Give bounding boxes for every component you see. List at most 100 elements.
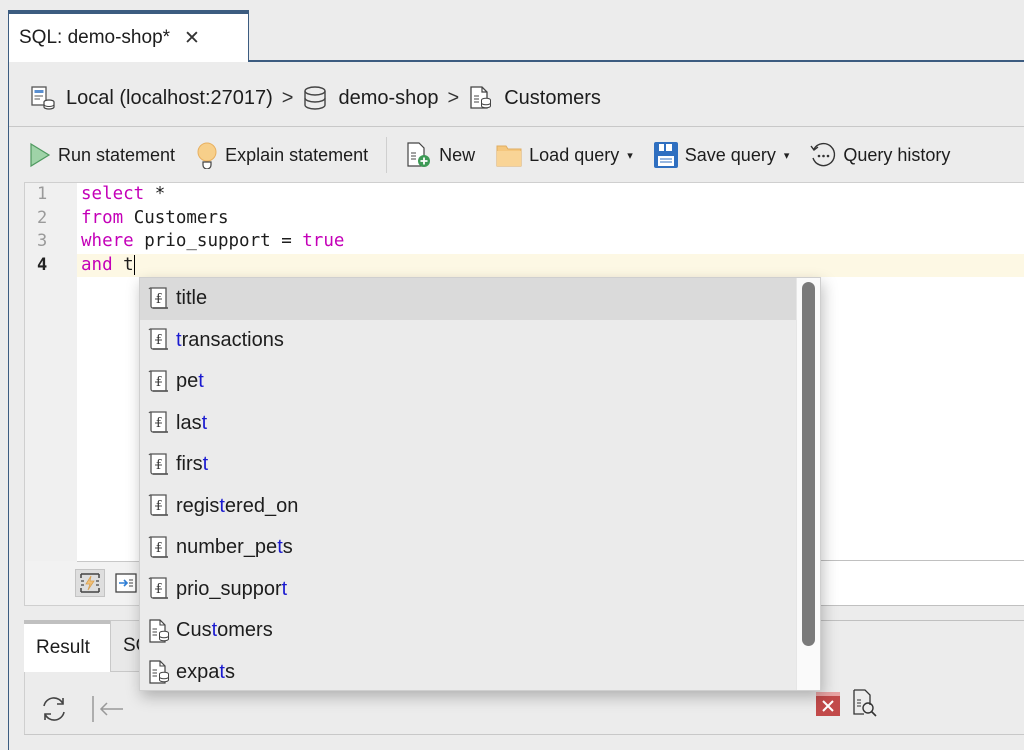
breadcrumb-separator: > <box>281 86 294 109</box>
field-icon: f <box>146 452 172 478</box>
autocomplete-item-label: transactions <box>176 329 284 352</box>
autocomplete-item-label: Customers <box>176 619 273 642</box>
autocomplete-item[interactable]: Customers <box>140 610 798 652</box>
first-page-icon[interactable] <box>91 694 125 724</box>
label-part: ered_on <box>224 494 299 517</box>
run-statement-button[interactable]: Run statement <box>28 142 175 168</box>
label-part: pe <box>176 370 199 393</box>
breadcrumb-separator: > <box>447 86 460 109</box>
autocomplete-item[interactable]: f last <box>140 403 798 445</box>
tab-result[interactable]: Result <box>24 620 110 672</box>
toolbar-separator <box>386 137 388 173</box>
delete-document-icon[interactable] <box>815 690 841 718</box>
history-icon <box>810 142 836 167</box>
line-number: 3 <box>37 231 48 251</box>
line-number-current: 4 <box>37 254 48 275</box>
code-text: Customers <box>123 207 229 228</box>
collection-icon <box>468 85 494 111</box>
new-query-button[interactable]: New <box>405 141 475 169</box>
query-history-button[interactable]: Query history <box>809 141 950 169</box>
label-part: ransactions <box>181 328 284 351</box>
scrollbar-thumb[interactable] <box>802 282 815 646</box>
chevron-down-icon[interactable]: ▾ <box>784 149 790 162</box>
divider <box>9 126 1024 127</box>
close-icon[interactable]: ✕ <box>184 27 200 50</box>
auto-execute-toggle[interactable] <box>75 569 105 597</box>
label-part: prio_suppor <box>176 577 282 600</box>
code-text: t <box>112 254 134 275</box>
autocomplete-item-label: last <box>176 412 207 435</box>
breadcrumb-item-database[interactable]: demo-shop <box>338 87 438 110</box>
save-disk-icon <box>653 142 678 168</box>
match-highlight: t <box>201 411 208 434</box>
autocomplete-item[interactable]: f prio_support <box>140 569 798 611</box>
divider <box>820 560 1024 561</box>
lightning-icon <box>80 573 100 593</box>
server-icon <box>30 85 56 111</box>
tab-sql-demo-shop[interactable]: SQL: demo-shop* ✕ <box>8 10 249 62</box>
label-part: s <box>282 536 293 559</box>
autocomplete-item[interactable]: f transactions <box>140 320 798 362</box>
label-part: regis <box>176 494 220 517</box>
line-number: 1 <box>37 184 48 204</box>
autocomplete-item-label: expats <box>176 661 235 684</box>
autocomplete-list: f title f transactions f pet f last f first f regis… <box>140 278 798 691</box>
label-part: las <box>176 411 202 434</box>
autocomplete-item-label: title <box>176 287 207 310</box>
autocomplete-item-label: pet <box>176 370 204 393</box>
code-line[interactable]: from Customers <box>77 207 1024 231</box>
divider <box>820 620 1024 621</box>
match-highlight: t <box>281 577 288 600</box>
text-caret <box>133 254 136 275</box>
breadcrumb-item-collection[interactable]: Customers <box>504 87 601 110</box>
collection-icon <box>146 659 172 685</box>
load-query-button[interactable]: Load query ▾ <box>495 142 633 168</box>
keyword: from <box>81 207 124 228</box>
refresh-icon[interactable] <box>39 694 69 724</box>
breadcrumb: Local (localhost:27017) > demo-shop > Cu… <box>30 80 601 116</box>
label-part: number_pe <box>176 536 278 559</box>
new-document-icon <box>407 142 431 167</box>
label-part: title <box>176 287 208 310</box>
code-line[interactable]: where prio_support = true <box>77 230 1024 254</box>
field-icon: f <box>146 327 172 353</box>
autocomplete-item[interactable]: f first <box>140 444 798 486</box>
save-query-button[interactable]: Save query ▾ <box>653 141 790 169</box>
code-line-current[interactable]: and t <box>77 253 1024 277</box>
scrollbar[interactable] <box>796 278 820 690</box>
inspect-document-icon[interactable] <box>852 688 878 718</box>
field-icon: f <box>146 369 172 395</box>
play-icon <box>30 142 51 168</box>
label-part: s <box>224 660 235 683</box>
panel-border <box>8 62 9 750</box>
autocomplete-item[interactable]: f pet <box>140 361 798 403</box>
lightbulb-icon <box>197 142 217 169</box>
autocomplete-popup: f title f transactions f pet f last f first f regis… <box>139 277 821 691</box>
divider <box>24 734 1024 735</box>
keyword: true <box>302 231 345 251</box>
keyword: where <box>81 231 134 251</box>
autocomplete-item[interactable]: expats <box>140 652 798 691</box>
autocomplete-item-label: prio_support <box>176 578 287 601</box>
results-panel <box>820 556 1024 606</box>
indent-icon <box>115 573 137 593</box>
autocomplete-item[interactable]: f registered_on <box>140 486 798 528</box>
breadcrumb-item-server[interactable]: Local (localhost:27017) <box>66 87 273 110</box>
autocomplete-item[interactable]: f title <box>140 278 798 320</box>
format-toggle[interactable] <box>111 569 141 597</box>
label-part: Cus <box>176 619 212 642</box>
code-text: prio_support = <box>133 231 303 251</box>
autocomplete-item-label: number_pets <box>176 536 293 559</box>
database-icon <box>302 85 328 111</box>
autocomplete-item-label: first <box>176 453 208 476</box>
explain-statement-button[interactable]: Explain statement <box>195 141 368 169</box>
code-line[interactable]: select * <box>77 183 1024 207</box>
chevron-down-icon[interactable]: ▾ <box>627 149 633 162</box>
autocomplete-item[interactable]: f number_pets <box>140 527 798 569</box>
tab-title: SQL: demo-shop* <box>19 27 171 48</box>
field-icon: f <box>146 576 172 602</box>
label-part: expa <box>176 660 220 683</box>
field-icon: f <box>146 286 172 312</box>
code-text: * <box>144 184 166 204</box>
field-icon: f <box>146 493 172 519</box>
